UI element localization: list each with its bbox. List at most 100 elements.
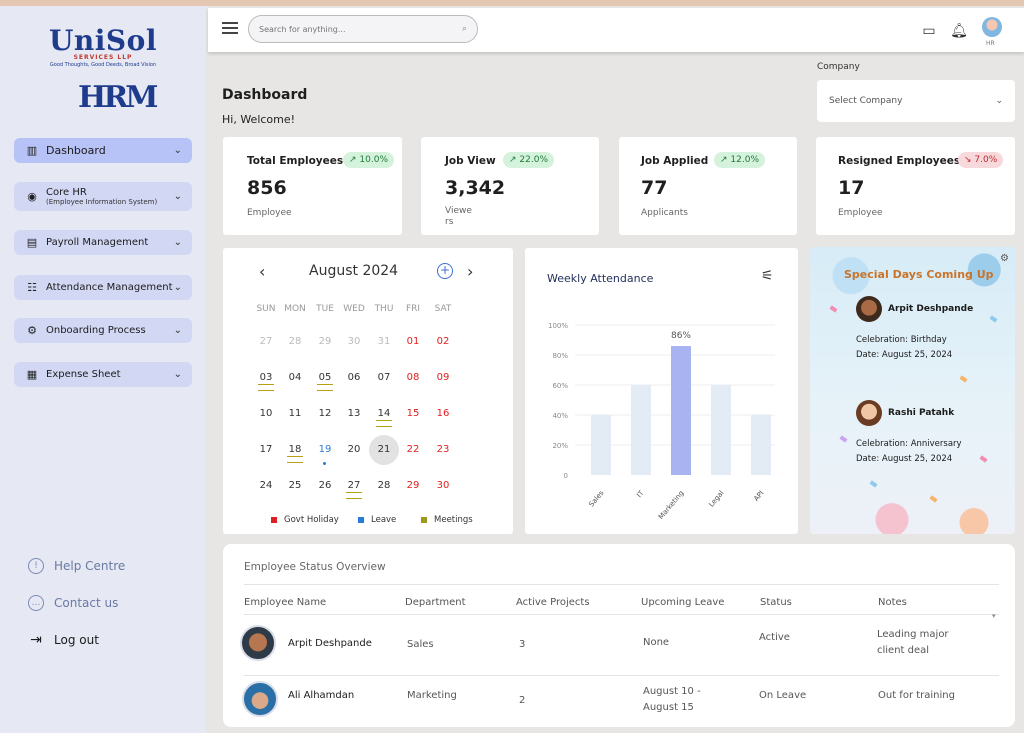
trend-up-icon: ↗ xyxy=(720,155,731,165)
calendar-day[interactable]: 24 xyxy=(251,471,281,501)
calendar-day[interactable]: 27 xyxy=(339,471,369,501)
x-tick-label: Marketing xyxy=(657,489,686,521)
logo-tagline: Good Thoughts, Good Deeds, Broad Vision xyxy=(49,62,157,68)
sidebar-item-attendance[interactable]: ☷ Attendance Management ⌄ xyxy=(14,275,192,300)
person-name: Rashi Patahk xyxy=(888,408,955,418)
y-tick-label: 100% xyxy=(548,322,568,330)
contact-us-label: Contact us xyxy=(54,596,119,610)
scroll-indicator-icon[interactable]: ▾ xyxy=(992,612,996,620)
sidebar-item-label: Dashboard xyxy=(46,144,106,157)
notes: Leading major client deal xyxy=(877,629,949,656)
sidebar-item-label: Onboarding Process xyxy=(46,325,146,336)
calendar-day[interactable]: 30 xyxy=(339,327,369,357)
calendar-day[interactable]: 30 xyxy=(428,471,458,501)
chevron-down-icon: ⌄ xyxy=(173,282,182,293)
y-tick-label: 40% xyxy=(552,412,568,420)
help-centre-link[interactable]: ! Help Centre xyxy=(28,558,125,574)
y-tick-label: 20% xyxy=(552,442,568,450)
search-input[interactable] xyxy=(259,24,462,34)
next-month-icon[interactable]: › xyxy=(467,262,473,281)
menu-icon[interactable] xyxy=(222,22,238,34)
calendar-day[interactable]: 26 xyxy=(310,471,340,501)
calendar-day[interactable]: 16 xyxy=(428,399,458,429)
day-of-week-label: WED xyxy=(343,304,365,314)
calendar-day[interactable]: 14 xyxy=(369,399,399,429)
bar-marketing[interactable] xyxy=(671,346,691,475)
calendar-day[interactable]: 03 xyxy=(251,363,281,393)
add-event-icon[interactable]: + xyxy=(437,263,453,279)
divider xyxy=(244,675,999,676)
calendar-day[interactable]: 06 xyxy=(339,363,369,393)
special-person: Arpit Deshpande xyxy=(856,296,973,322)
company-select[interactable]: Select Company ⌄ xyxy=(817,80,1015,122)
calendar-day[interactable]: 28 xyxy=(280,327,310,357)
settings-icon[interactable]: ⚙ xyxy=(1000,253,1009,264)
stat-unit: Employee xyxy=(247,208,292,218)
contact-us-link[interactable]: … Contact us xyxy=(28,595,118,611)
bar-sales[interactable] xyxy=(591,415,611,475)
sidebar-item-payroll[interactable]: ▤ Payroll Management ⌄ xyxy=(14,230,192,255)
logout-icon: ⇥ xyxy=(30,632,42,648)
special-days-title: Special Days Coming Up xyxy=(844,268,994,281)
calendar-day[interactable]: 22 xyxy=(398,435,428,465)
sidebar-item-label: Expense Sheet xyxy=(46,369,121,380)
chevron-down-icon: ⌄ xyxy=(173,325,182,336)
calendar-day[interactable]: 29 xyxy=(398,471,428,501)
top-bar: ⌕ ▭ 🔔︎ HR xyxy=(208,8,1024,52)
prev-month-icon[interactable]: ‹ xyxy=(259,262,265,281)
celebration-text: Celebration: Anniversary xyxy=(856,439,962,449)
day-of-week-label: MON xyxy=(284,304,306,314)
y-tick-label: 0 xyxy=(564,472,568,480)
day-of-week-label: TUE xyxy=(316,304,334,314)
calendar-day[interactable]: 02 xyxy=(428,327,458,357)
bar-api[interactable] xyxy=(751,415,771,475)
column-header: Status xyxy=(760,597,792,608)
calendar-day[interactable]: 07 xyxy=(369,363,399,393)
sidebar-item-expense[interactable]: ▦ Expense Sheet ⌄ xyxy=(14,362,192,387)
sidebar-item-label: Payroll Management xyxy=(46,237,149,248)
calendar-day[interactable]: 19 xyxy=(310,435,340,465)
section-title: Employee Status Overview xyxy=(244,561,386,573)
column-header: Upcoming Leave xyxy=(641,597,725,608)
message-icon[interactable]: ▭ xyxy=(920,22,938,40)
calendar-day[interactable]: 28 xyxy=(369,471,399,501)
calendar-day[interactable]: 31 xyxy=(369,327,399,357)
logout-link[interactable]: ⇥ Log out xyxy=(28,632,99,648)
legend-swatch xyxy=(271,517,277,523)
calendar-day[interactable]: 21 xyxy=(369,435,399,465)
upcoming-leave: None xyxy=(643,637,670,648)
calendar-day[interactable]: 01 xyxy=(398,327,428,357)
logo-main-text: UniSol xyxy=(49,24,157,57)
sidebar-item-onboarding[interactable]: ⚙ Onboarding Process ⌄ xyxy=(14,318,192,343)
core-hr-title: Core HR xyxy=(46,187,87,198)
calendar-day[interactable]: 10 xyxy=(251,399,281,429)
calendar-day[interactable]: 05 xyxy=(310,363,340,393)
calendar-day[interactable]: 20 xyxy=(339,435,369,465)
bar-it[interactable] xyxy=(631,385,651,475)
calendar-day[interactable]: 09 xyxy=(428,363,458,393)
calendar-day[interactable]: 17 xyxy=(251,435,281,465)
special-days-card: ⚙ Special Days Coming Up Arpit Deshpande… xyxy=(810,247,1015,534)
calendar-day[interactable]: 23 xyxy=(428,435,458,465)
sidebar-item-core-hr[interactable]: ◉ Core HR (Employee Information System) … xyxy=(14,182,192,211)
calendar-day[interactable]: 27 xyxy=(251,327,281,357)
status: On Leave xyxy=(759,690,807,701)
bell-icon[interactable]: 🔔︎ xyxy=(950,22,968,40)
calendar-day[interactable]: 25 xyxy=(280,471,310,501)
calendar-day[interactable]: 12 xyxy=(310,399,340,429)
bar-legal[interactable] xyxy=(711,385,731,475)
calendar-day[interactable]: 11 xyxy=(280,399,310,429)
chevron-down-icon: ⌄ xyxy=(173,191,182,202)
calendar-day[interactable]: 08 xyxy=(398,363,428,393)
notes: Out for training xyxy=(878,690,955,701)
calendar-day[interactable]: 29 xyxy=(310,327,340,357)
calendar-day[interactable]: 15 xyxy=(398,399,428,429)
onboarding-icon: ⚙ xyxy=(27,324,37,337)
calendar-day[interactable]: 18 xyxy=(280,435,310,465)
calendar-day[interactable]: 04 xyxy=(280,363,310,393)
user-avatar[interactable] xyxy=(982,17,1002,37)
sidebar-item-dashboard[interactable]: ▥ Dashboard ⌄ xyxy=(14,138,192,163)
company-select-value: Select Company xyxy=(829,96,903,106)
search-box[interactable]: ⌕ xyxy=(248,15,478,43)
calendar-day[interactable]: 13 xyxy=(339,399,369,429)
